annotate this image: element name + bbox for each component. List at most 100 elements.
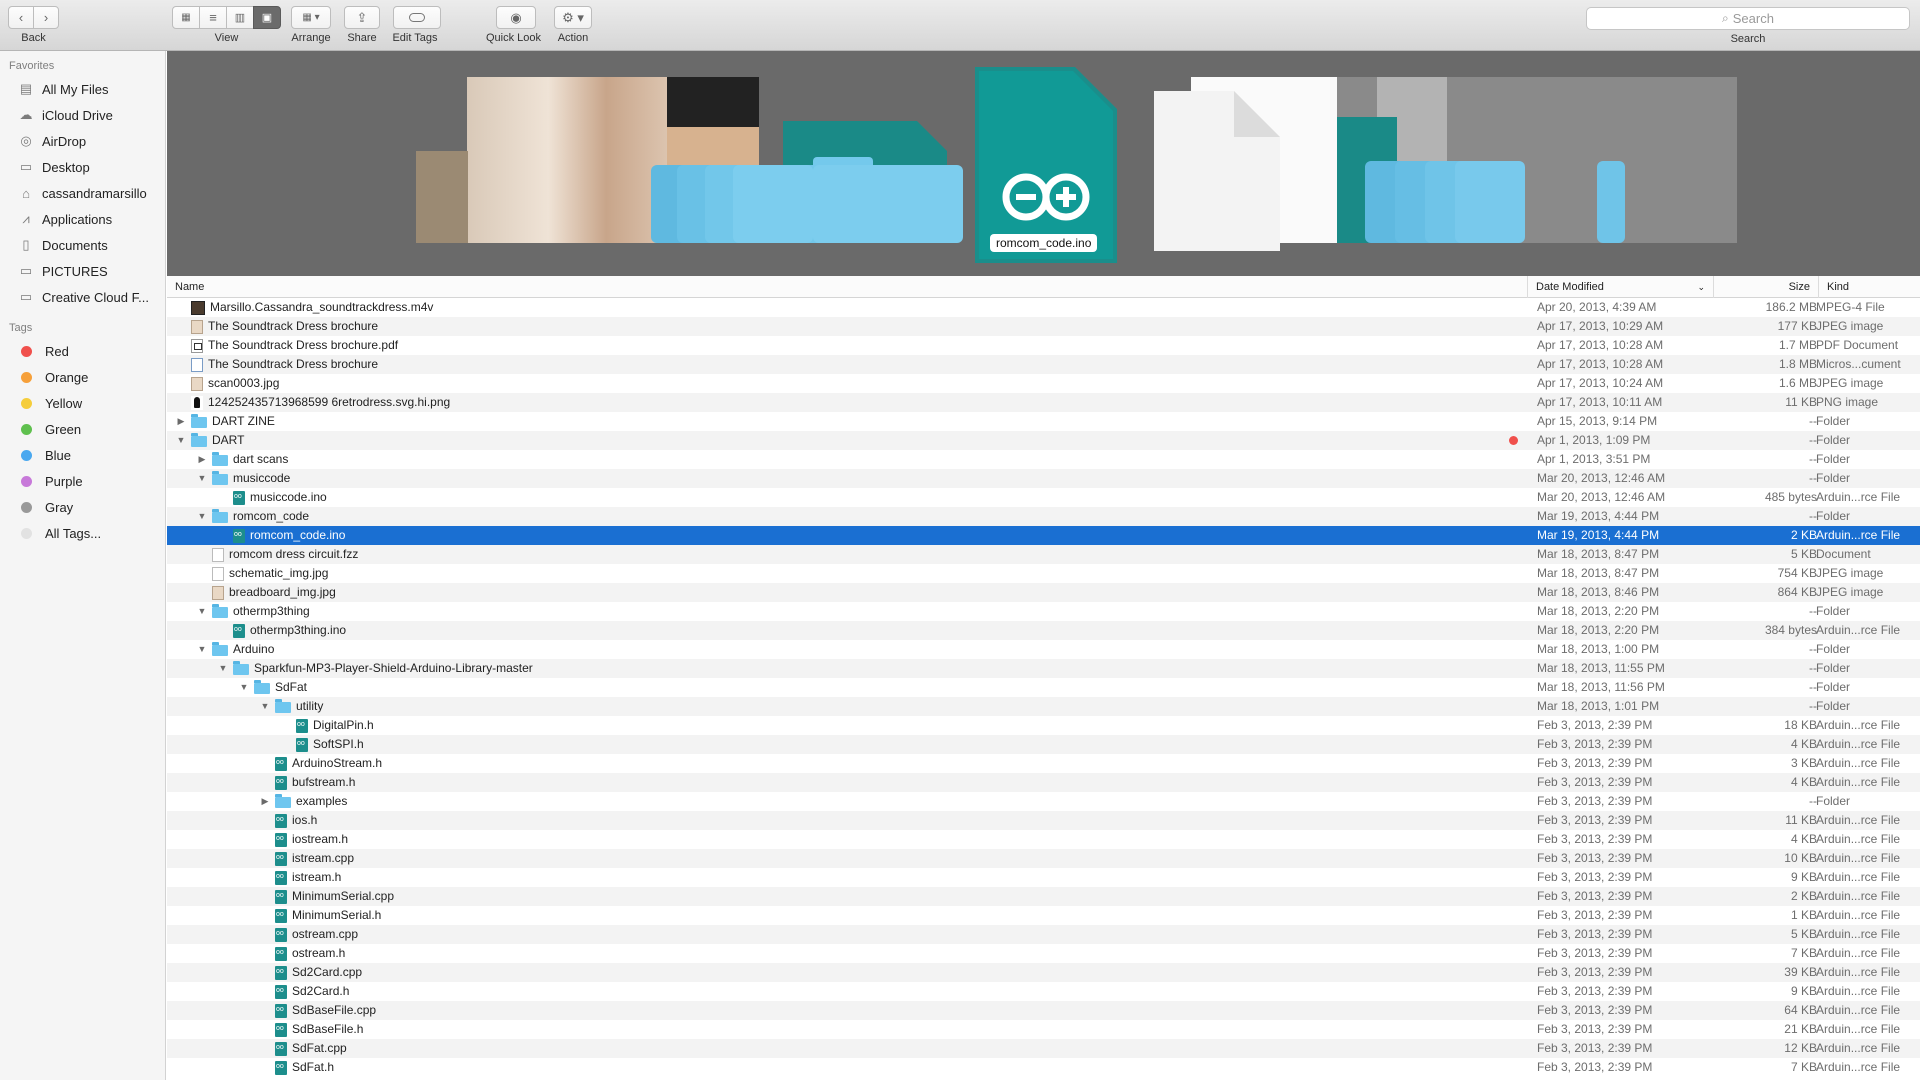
table-row[interactable]: istream.hFeb 3, 2013, 2:39 PM9 KBArduin.…	[167, 868, 1920, 887]
sidebar-item-home[interactable]: ⌂ cassandramarsillo	[0, 180, 165, 206]
kind-cell: Arduin...rce File	[1816, 946, 1901, 960]
table-row[interactable]: Sd2Card.cppFeb 3, 2013, 2:39 PM39 KBArdu…	[167, 963, 1920, 982]
disclosure-right-icon[interactable]: ▶	[259, 796, 271, 808]
table-row[interactable]: The Soundtrack Dress brochure Apr 17, 201…	[167, 317, 1920, 336]
table-row[interactable]: Sd2Card.hFeb 3, 2013, 2:39 PM9 KBArduin.…	[167, 982, 1920, 1001]
table-row[interactable]: breadboard_img.jpg Mar 18, 2013, 8:46 PM 8…	[167, 583, 1920, 602]
action-button[interactable]: ⚙ ▾	[554, 6, 592, 29]
table-row[interactable]: SdBaseFile.hFeb 3, 2013, 2:39 PM21 KBArd…	[167, 1020, 1920, 1039]
table-row[interactable]: ArduinoStream.hFeb 3, 2013, 2:39 PM3 KBA…	[167, 754, 1920, 773]
disclosure-down-icon[interactable]: ▼	[196, 511, 208, 523]
sidebar-item-creative-cloud[interactable]: ▭ Creative Cloud F...	[0, 284, 165, 310]
size-cell: --	[1809, 794, 1817, 808]
table-row[interactable]: ostream.cppFeb 3, 2013, 2:39 PM5 KBArdui…	[167, 925, 1920, 944]
sidebar-tag-gray[interactable]: Gray	[0, 494, 165, 520]
table-row[interactable]: ▼ Arduino Mar 18, 2013, 1:00 PM -- Folder	[167, 640, 1920, 659]
list-view-button[interactable]: ≡	[199, 6, 227, 29]
column-header-date[interactable]: Date Modified ⌄	[1527, 276, 1713, 298]
sidebar-tag-red[interactable]: Red	[0, 338, 165, 364]
table-row[interactable]: ▼ DART Apr 1, 2013, 1:09 PM -- Folder	[167, 431, 1920, 450]
file-name-cell: ▼ SdFat	[167, 678, 1527, 697]
column-header-name[interactable]: Name	[167, 276, 1527, 298]
table-row[interactable]: MinimumSerial.cppFeb 3, 2013, 2:39 PM2 K…	[167, 887, 1920, 906]
forward-button[interactable]: ›	[33, 6, 59, 29]
coverflow-panel[interactable]: romcom_code.ino	[167, 51, 1920, 276]
column-view-button[interactable]: ▥	[226, 6, 254, 29]
disclosure-right-icon[interactable]: ▶	[175, 416, 187, 428]
table-row[interactable]: iostream.hFeb 3, 2013, 2:39 PM4 KBArduin…	[167, 830, 1920, 849]
table-row[interactable]: SoftSPI.hFeb 3, 2013, 2:39 PM4 KBArduin.…	[167, 735, 1920, 754]
disclosure-down-icon[interactable]: ▼	[196, 644, 208, 656]
kind-cell: Arduin...rce File	[1816, 623, 1901, 637]
sidebar-item-applications[interactable]: ⩘ Applications	[0, 206, 165, 232]
disclosure-down-icon[interactable]: ▼	[196, 473, 208, 485]
sidebar-item-airdrop[interactable]: ◎ AirDrop	[0, 128, 165, 154]
sidebar-tag-purple[interactable]: Purple	[0, 468, 165, 494]
sidebar-item-all-my-files[interactable]: ▤ All My Files	[0, 76, 165, 102]
back-button[interactable]: ‹	[8, 6, 34, 29]
table-row[interactable]: 124252435713968599 6retrodress.svg.hi.pn…	[167, 393, 1920, 412]
table-row[interactable]: romcom dress circuit.fzz Mar 18, 2013, 8:…	[167, 545, 1920, 564]
sidebar-item-documents[interactable]: ▯ Documents	[0, 232, 165, 258]
table-row[interactable]: ▼ othermp3thing Mar 18, 2013, 2:20 PM -- Fol…	[167, 602, 1920, 621]
table-row[interactable]: The Soundtrack Dress brochure Apr 17, 201…	[167, 355, 1920, 374]
table-row[interactable]: ostream.hFeb 3, 2013, 2:39 PM7 KBArduin.…	[167, 944, 1920, 963]
table-row[interactable]: othermp3thing.inoMar 18, 2013, 2:20 PM38…	[167, 621, 1920, 640]
table-row[interactable]: ▼ utility Mar 18, 2013, 1:01 PM -- Folder	[167, 697, 1920, 716]
cover-photo-left[interactable]	[416, 151, 468, 243]
coverflow-view-button[interactable]: ▣	[253, 6, 281, 29]
sidebar-item-label: Blue	[45, 447, 72, 463]
table-row[interactable]: musiccode.inoMar 20, 2013, 12:46 AM485 b…	[167, 488, 1920, 507]
sidebar-tag-yellow[interactable]: Yellow	[0, 390, 165, 416]
sidebar-tag-orange[interactable]: Orange	[0, 364, 165, 390]
table-row[interactable]: The Soundtrack Dress brochure.pdf Apr 17,…	[167, 336, 1920, 355]
table-row[interactable]: istream.cppFeb 3, 2013, 2:39 PM10 KBArdu…	[167, 849, 1920, 868]
disclosure-down-icon[interactable]: ▼	[217, 663, 229, 675]
file-name-cell: iostream.h	[167, 830, 1527, 849]
table-row[interactable]: ▶ dart scans Apr 1, 2013, 3:51 PM -- Folder	[167, 450, 1920, 469]
table-row[interactable]: bufstream.hFeb 3, 2013, 2:39 PM4 KBArdui…	[167, 773, 1920, 792]
search-input[interactable]: ⌕ Search	[1586, 7, 1910, 30]
sidebar-item-pictures[interactable]: ▭ PICTURES	[0, 258, 165, 284]
table-row[interactable]: SdFat.cppFeb 3, 2013, 2:39 PM12 KBArduin…	[167, 1039, 1920, 1058]
quick-look-button[interactable]: ◉	[496, 6, 536, 29]
table-row[interactable]: ▼ SdFat Mar 18, 2013, 11:56 PM -- Folder	[167, 678, 1920, 697]
sidebar-item-desktop[interactable]: ▭ Desktop	[0, 154, 165, 180]
sidebar-tag-all[interactable]: All Tags...	[0, 520, 165, 546]
column-header-kind[interactable]: Kind	[1818, 276, 1920, 298]
disclosure-down-icon[interactable]: ▼	[238, 682, 250, 694]
file-name-cell: schematic_img.jpg	[167, 564, 1527, 583]
table-row[interactable]: ios.hFeb 3, 2013, 2:39 PM11 KBArduin...r…	[167, 811, 1920, 830]
sidebar-tag-green[interactable]: Green	[0, 416, 165, 442]
table-row[interactable]: SdFat.hFeb 3, 2013, 2:39 PM7 KBArduin...…	[167, 1058, 1920, 1077]
sidebar-tag-blue[interactable]: Blue	[0, 442, 165, 468]
share-icon: ⇪	[356, 9, 368, 25]
disclosure-down-icon[interactable]: ▼	[175, 435, 187, 447]
table-row[interactable]: schematic_img.jpg Mar 18, 2013, 8:47 PM 75…	[167, 564, 1920, 583]
table-row[interactable]: MinimumSerial.hFeb 3, 2013, 2:39 PM1 KBA…	[167, 906, 1920, 925]
share-button[interactable]: ⇪	[344, 6, 380, 29]
edit-tags-button[interactable]	[393, 6, 441, 29]
arrange-button[interactable]: ▦ ▾	[291, 6, 331, 29]
table-row[interactable]: ▶ DART ZINE Apr 15, 2013, 9:14 PM -- Folder	[167, 412, 1920, 431]
table-row[interactable]: Marsillo.Cassandra_soundtrackdress.m4v Ap…	[167, 298, 1920, 317]
table-row[interactable]: romcom_code.inoMar 19, 2013, 4:44 PM2 KB…	[167, 526, 1920, 545]
sidebar-item-icloud-drive[interactable]: ☁ iCloud Drive	[0, 102, 165, 128]
icon-view-button[interactable]: ▦	[172, 6, 200, 29]
table-row[interactable]: scan0003.jpg Apr 17, 2013, 10:24 AM 1.6 MB…	[167, 374, 1920, 393]
table-row[interactable]: ▼ romcom_code Mar 19, 2013, 4:44 PM -- Folde…	[167, 507, 1920, 526]
table-row[interactable]: SdBaseFile.cppFeb 3, 2013, 2:39 PM64 KBA…	[167, 1001, 1920, 1020]
size-cell: 3 KB	[1790, 756, 1817, 770]
table-row[interactable]: ▼ musiccode Mar 20, 2013, 12:46 AM -- Folder	[167, 469, 1920, 488]
folder-icon: ▭	[19, 289, 33, 304]
table-row[interactable]: ▶ examples Feb 3, 2013, 2:39 PM -- Folder	[167, 792, 1920, 811]
doc-file-icon	[212, 566, 224, 581]
column-header-size[interactable]: Size	[1713, 276, 1818, 298]
edit-tags-label: Edit Tags	[392, 32, 438, 44]
disclosure-down-icon[interactable]: ▼	[259, 701, 271, 713]
disclosure-down-icon[interactable]: ▼	[196, 606, 208, 618]
table-row[interactable]: DigitalPin.hFeb 3, 2013, 2:39 PM18 KBArd…	[167, 716, 1920, 735]
disclosure-right-icon[interactable]: ▶	[196, 454, 208, 466]
table-row[interactable]: ▼ Sparkfun-MP3-Player-Shield-Arduino-Libr…	[167, 659, 1920, 678]
